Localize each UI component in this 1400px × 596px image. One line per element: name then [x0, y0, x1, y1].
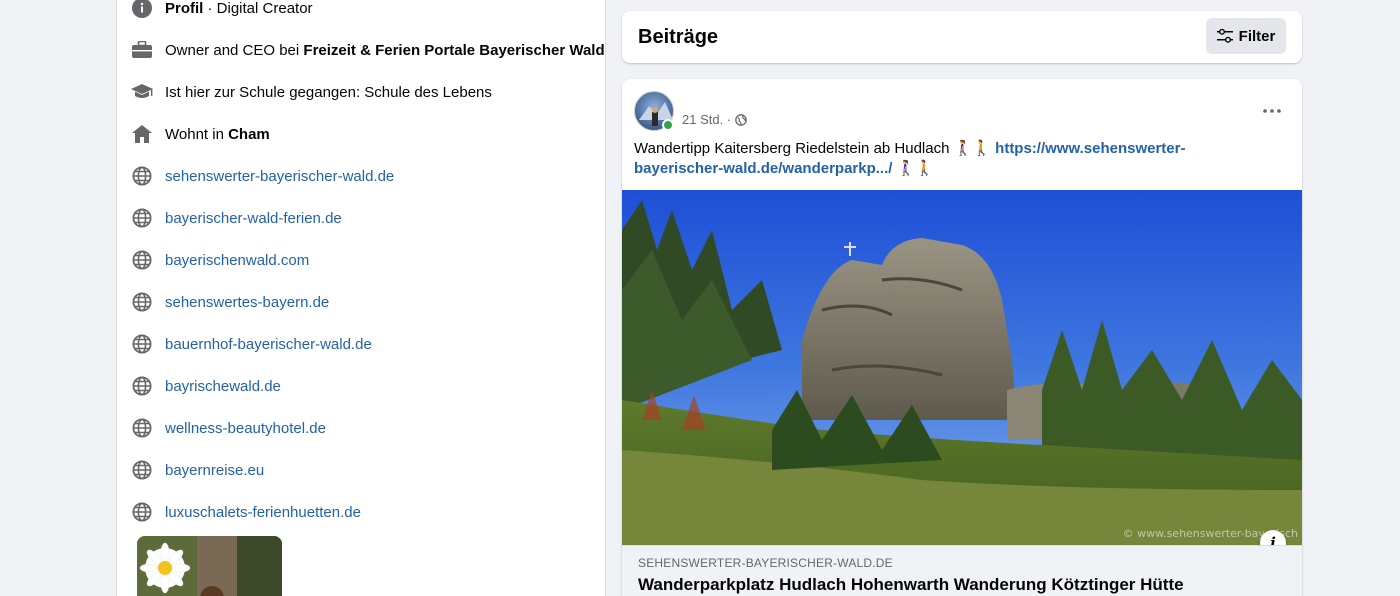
- filter-label: Filter: [1238, 27, 1276, 45]
- post-card: 21 Std. · Wandertipp Kaitersberg Riedels…: [622, 79, 1302, 596]
- photo-thumbnail[interactable]: [137, 536, 282, 596]
- sliders-icon: [1216, 29, 1233, 43]
- website-link[interactable]: bayernreise.eu: [165, 462, 264, 479]
- profile-label: Profil: [165, 0, 204, 17]
- globe-icon: [131, 501, 153, 523]
- posts-header-card: Beiträge Filter: [622, 11, 1302, 63]
- website-link[interactable]: sehenswerter-bayerischer-wald.de: [165, 168, 394, 185]
- intro-school-text: Ist hier zur Schule gegangen: Schule des…: [165, 83, 492, 101]
- work-prefix: Owner and CEO bei: [165, 41, 304, 59]
- website-link[interactable]: bayerischer-wald-ferien.de: [165, 210, 342, 227]
- website-link[interactable]: wellness-beautyhotel.de: [165, 420, 326, 437]
- website-row: sehenswerter-bayerischer-wald.de: [131, 164, 394, 188]
- website-link[interactable]: luxuschalets-ferienhuetten.de: [165, 504, 361, 521]
- website-row: bayrischewald.de: [131, 374, 281, 398]
- post-text-suffix: 🚶‍♀️🚶: [892, 160, 934, 177]
- globe-icon: [131, 207, 153, 229]
- globe-icon: [131, 375, 153, 397]
- website-row: wellness-beautyhotel.de: [131, 416, 326, 440]
- intro-profile-row: Profil · Digital Creator: [131, 0, 313, 20]
- intro-card: Profil · Digital Creator Owner and CEO b…: [116, 0, 606, 596]
- website-row: luxuschalets-ferienhuetten.de: [131, 500, 361, 524]
- website-link[interactable]: bayerischenwald.com: [165, 252, 309, 269]
- globe-icon: [131, 291, 153, 313]
- link-preview[interactable]: SEHENSWERTER-BAYERISCHER-WALD.DE Wanderp…: [622, 545, 1302, 596]
- work-company-link[interactable]: Freizeit & Ferien Portale Bayerischer Wa…: [303, 42, 604, 59]
- intro-work-text: Owner and CEO bei Freizeit & Ferien Port…: [165, 42, 605, 59]
- globe-icon: [735, 113, 747, 126]
- website-link[interactable]: bayrischewald.de: [165, 378, 281, 395]
- link-preview-title[interactable]: Wanderparkplatz Hudlach Hohenwarth Wande…: [638, 575, 1184, 595]
- graduation-cap-icon: [131, 81, 153, 103]
- intro-work-row: Owner and CEO bei Freizeit & Ferien Port…: [131, 38, 605, 62]
- globe-icon: [131, 333, 153, 355]
- info-icon: [131, 0, 153, 19]
- website-link[interactable]: sehenswertes-bayern.de: [165, 294, 329, 311]
- link-preview-domain: SEHENSWERTER-BAYERISCHER-WALD.DE: [638, 556, 893, 570]
- intro-home-row: Wohnt in Cham: [131, 122, 270, 146]
- website-link[interactable]: bauernhof-bayerischer-wald.de: [165, 336, 372, 353]
- globe-icon: [131, 249, 153, 271]
- website-row: bayerischer-wald-ferien.de: [131, 206, 342, 230]
- globe-icon: [131, 417, 153, 439]
- globe-icon: [131, 165, 153, 187]
- profile-suffix: · Digital Creator: [203, 0, 313, 17]
- online-status-indicator: [662, 119, 674, 131]
- globe-icon: [131, 459, 153, 481]
- filter-button[interactable]: Filter: [1206, 18, 1286, 54]
- intro-school-row: Ist hier zur Schule gegangen: Schule des…: [131, 80, 492, 104]
- post-time[interactable]: 21 Std. ·: [682, 112, 731, 127]
- post-image[interactable]: © www.sehenswerter-bayerisch i: [622, 190, 1302, 545]
- home-prefix: Wohnt in: [165, 125, 229, 143]
- website-row: bayernreise.eu: [131, 458, 264, 482]
- website-row: bayerischenwald.com: [131, 248, 309, 272]
- post-meta: 21 Std. ·: [682, 112, 747, 127]
- more-options-icon[interactable]: [1262, 101, 1282, 121]
- website-row: sehenswertes-bayern.de: [131, 290, 329, 314]
- posts-title: Beiträge: [638, 26, 719, 48]
- post-text: Wandertipp Kaitersberg Riedelstein ab Hu…: [634, 139, 1274, 179]
- home-city-link[interactable]: Cham: [228, 126, 270, 143]
- website-row: bauernhof-bayerischer-wald.de: [131, 332, 372, 356]
- briefcase-icon: [131, 39, 153, 61]
- post-text-prefix: Wandertipp Kaitersberg Riedelstein ab Hu…: [634, 140, 996, 157]
- intro-home-text: Wohnt in Cham: [165, 126, 270, 143]
- intro-profile-text: Profil · Digital Creator: [165, 0, 313, 17]
- home-icon: [131, 123, 153, 145]
